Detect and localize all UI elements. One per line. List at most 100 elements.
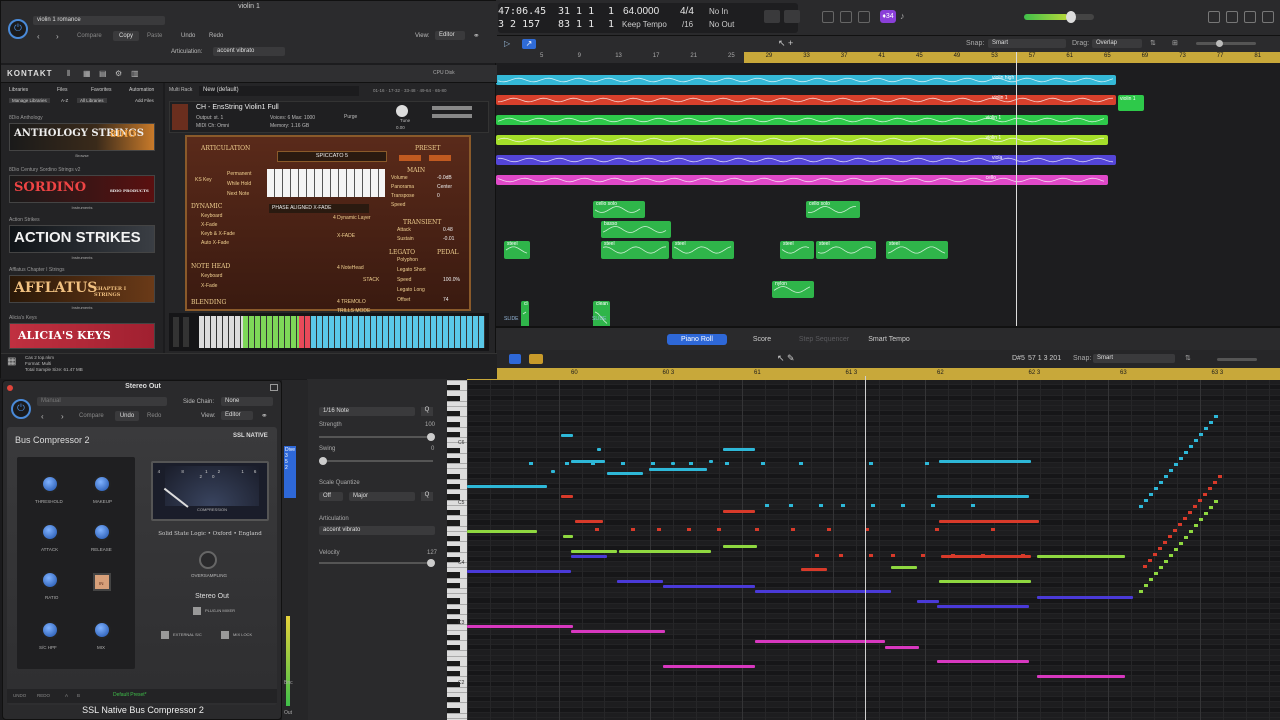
swing-slider[interactable] <box>319 457 433 465</box>
midi-note[interactable] <box>723 448 755 451</box>
ssl-link-icon[interactable]: ⚭ <box>261 411 271 421</box>
settings-gear-icon[interactable]: ⚙ <box>115 69 122 78</box>
arpeggio-note[interactable] <box>1159 566 1163 569</box>
region-icon[interactable]: ▷ <box>504 39 518 49</box>
midi-note[interactable] <box>571 630 665 633</box>
master-volume-slider[interactable] <box>1024 11 1094 23</box>
staccato-note[interactable] <box>591 462 595 465</box>
legato-label[interactable]: Speed <box>397 277 411 283</box>
dynamic-option[interactable]: Keyb & X-Fade <box>201 231 235 237</box>
staccato-note[interactable] <box>1021 554 1025 557</box>
option-next-note[interactable]: Next Note <box>227 191 249 197</box>
arpeggio-note[interactable] <box>1204 512 1208 515</box>
ssl-prev-icon[interactable]: ‹ <box>41 412 44 421</box>
staccato-note[interactable] <box>871 504 875 507</box>
strength-slider[interactable] <box>319 433 435 441</box>
arpeggio-note[interactable] <box>1169 554 1173 557</box>
legato-label[interactable]: Polyphon <box>397 257 418 263</box>
preset-load-button[interactable] <box>399 155 421 161</box>
legato-label[interactable]: Legato Long <box>397 287 425 293</box>
tab-smart-tempo[interactable]: Smart Tempo <box>859 334 919 345</box>
arpeggio-note[interactable] <box>1208 487 1212 490</box>
punch-icon[interactable] <box>840 11 852 23</box>
quantize-q-button[interactable]: Q <box>421 407 433 416</box>
arpeggio-note[interactable] <box>1203 493 1207 496</box>
tab-step-sequencer[interactable]: Step Sequencer <box>793 334 855 345</box>
library-tile-alicias-keys[interactable]: ALICIA'S KEYS <box>9 323 155 349</box>
tune-knob[interactable] <box>396 105 408 117</box>
track-region[interactable]: steel <box>780 241 814 259</box>
mod-wheel[interactable] <box>183 317 189 347</box>
midi-note[interactable] <box>575 520 603 523</box>
zoom-handle[interactable] <box>1216 40 1223 47</box>
sc-hpf-knob[interactable] <box>41 621 59 639</box>
ssl-footer-b[interactable]: B <box>77 693 80 698</box>
articulation-select[interactable]: accent vibrato <box>319 526 435 535</box>
midi-note[interactable] <box>723 545 757 548</box>
midi-note[interactable] <box>939 580 1031 583</box>
staccato-note[interactable] <box>687 528 691 531</box>
pr-zoom-vertical-icon[interactable]: ⇅ <box>1185 354 1195 364</box>
staccato-note[interactable] <box>761 462 765 465</box>
track-region[interactable]: steel <box>672 241 734 259</box>
staccato-note[interactable] <box>925 462 929 465</box>
track-region[interactable]: clean <box>593 301 610 326</box>
region-violin1-end[interactable]: violin 1 <box>1118 95 1144 111</box>
arpeggio-note[interactable] <box>1154 487 1158 490</box>
midi-note[interactable] <box>891 566 917 569</box>
ssl-view-select[interactable]: Editor <box>221 411 253 420</box>
staccato-note[interactable] <box>869 462 873 465</box>
lcd-division[interactable]: /16 <box>682 20 693 29</box>
staccato-note[interactable] <box>799 462 803 465</box>
midi-note[interactable] <box>467 530 537 533</box>
power-icon[interactable]: ⏻ <box>8 19 28 39</box>
mix-lock-toggle[interactable] <box>221 631 229 639</box>
tab-libraries[interactable]: Libraries <box>9 87 28 93</box>
staccato-note[interactable] <box>565 462 569 465</box>
arpeggio-note[interactable] <box>1153 553 1157 556</box>
staccato-note[interactable] <box>529 462 533 465</box>
drag-select[interactable]: Overlap <box>1092 39 1142 48</box>
track-region[interactable]: steel <box>886 241 948 259</box>
external-sc-toggle[interactable] <box>161 631 169 639</box>
instrument-name[interactable]: CH - EnsString Violin1 Full <box>196 104 279 111</box>
metronome-icon[interactable] <box>858 11 870 23</box>
arpeggio-note[interactable] <box>1198 499 1202 502</box>
midi-note[interactable] <box>723 510 755 513</box>
arpeggio-note[interactable] <box>1199 433 1203 436</box>
note-head-keyboard[interactable]: Keyboard <box>201 273 222 279</box>
arpeggio-note[interactable] <box>1173 529 1177 532</box>
library-tile-afflatus[interactable]: AFFLATUS CHAPTER I STRINGS <box>9 275 155 303</box>
staccato-note[interactable] <box>621 462 625 465</box>
midi-note[interactable] <box>1037 596 1133 599</box>
track-region[interactable]: violin 1 <box>496 95 1116 105</box>
midi-note[interactable] <box>671 462 675 465</box>
midi-note[interactable] <box>663 585 755 588</box>
piano-keyboard[interactable]: C6 C5 C4 C3 C2 <box>447 380 467 720</box>
midi-note[interactable] <box>467 570 571 573</box>
staccato-note[interactable] <box>981 554 985 557</box>
arpeggio-note[interactable] <box>1144 584 1148 587</box>
track-region[interactable]: violin high <box>496 75 1116 85</box>
solo-icon[interactable] <box>784 10 800 23</box>
side-chain-select[interactable]: None <box>221 397 273 406</box>
browser-icon[interactable] <box>1262 11 1274 23</box>
midi-note[interactable] <box>663 665 755 668</box>
ssl-preset-select[interactable]: Manual <box>37 397 167 406</box>
preset-save-button[interactable] <box>429 155 451 161</box>
arpeggio-note[interactable] <box>1184 536 1188 539</box>
track-region[interactable]: steel <box>601 241 669 259</box>
ssl-undo-button[interactable]: Undo <box>115 411 139 421</box>
arpeggio-note[interactable] <box>1139 505 1143 508</box>
window-maximize-icon[interactable] <box>270 384 278 391</box>
staccato-note[interactable] <box>971 504 975 507</box>
staccato-note[interactable] <box>657 528 661 531</box>
volume-fader[interactable] <box>432 106 472 110</box>
pr-ruler[interactable]: 60 60 3 61 61 3 62 62 3 63 63 3 <box>467 368 1280 380</box>
library-tile-anthology[interactable]: ANTHOLOGY STRINGS 8DIO <box>9 123 155 151</box>
midi-note[interactable] <box>917 600 939 603</box>
main-row-value[interactable]: Center <box>437 184 452 190</box>
articulation-dropdown[interactable]: SPICCATO 5 <box>277 151 387 162</box>
zoom-fit-icon[interactable]: ⊞ <box>1172 39 1182 49</box>
midi-note[interactable] <box>649 468 707 471</box>
